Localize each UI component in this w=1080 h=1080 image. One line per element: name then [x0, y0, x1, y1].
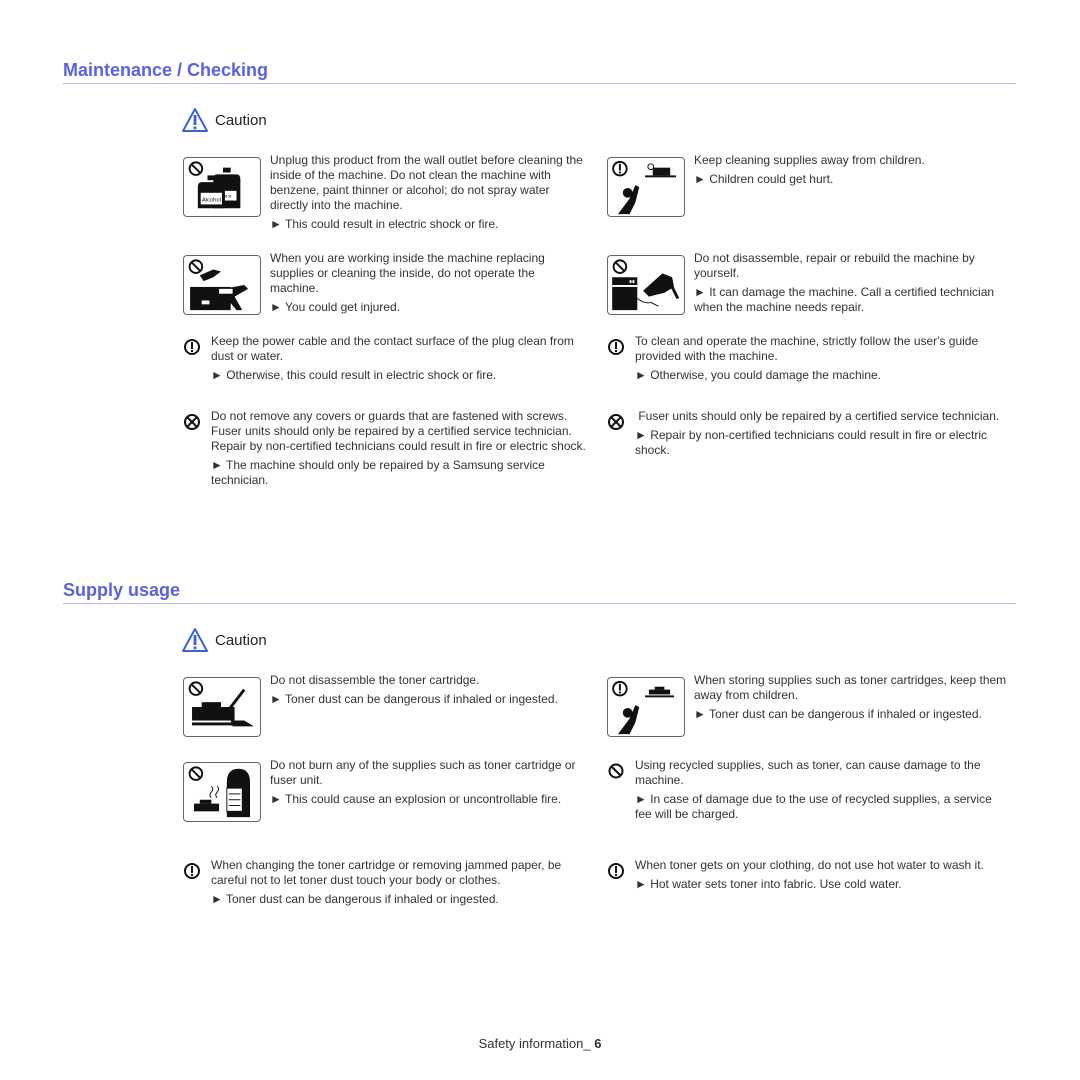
page-footer: Safety information_ 6 — [0, 1036, 1080, 1051]
keep-away-from-children-icon — [607, 157, 685, 217]
caution-label: Caution — [215, 631, 267, 649]
item-text: To clean and operate the machine, strict… — [635, 334, 979, 363]
item-note: ► It can damage the machine. Call a cert… — [694, 285, 995, 314]
supply-item: Using recycled supplies, such as toner, … — [635, 758, 1010, 822]
no-disassemble-icon — [608, 414, 624, 430]
item-note: ► Hot water sets toner into fabric. Use … — [635, 877, 902, 891]
caution-header: Caution — [181, 627, 267, 653]
section-title-maintenance: Maintenance / Checking — [63, 60, 269, 80]
item-text: Do not disassemble, repair or rebuild th… — [694, 251, 975, 280]
section-divider — [63, 83, 1016, 84]
supply-item: Do not disassemble the toner cartridge. … — [270, 673, 585, 707]
caution-label: Caution — [215, 111, 267, 129]
footer-label: Safety information_ — [478, 1036, 591, 1051]
item-text: Do not disassemble the toner cartridge. — [270, 673, 480, 687]
no-disassemble-icon — [184, 414, 200, 430]
mandatory-icon — [184, 863, 200, 879]
warning-triangle-icon — [182, 628, 208, 652]
maintenance-item: To clean and operate the machine, strict… — [635, 334, 1010, 383]
item-text: Fuser units should only be repaired by a… — [635, 409, 1000, 423]
item-text: Keep the power cable and the contact sur… — [211, 334, 574, 363]
item-note: ► Children could get hurt. — [694, 172, 834, 186]
hand-in-machine-icon — [183, 255, 261, 315]
svg-text:Alcohol: Alcohol — [202, 198, 221, 204]
maintenance-item: Unplug this product from the wall outlet… — [270, 153, 585, 232]
mandatory-icon — [608, 863, 624, 879]
item-text: Do not burn any of the supplies such as … — [270, 758, 576, 787]
item-note: ► Toner dust can be dangerous if inhaled… — [694, 707, 982, 721]
keep-toner-from-children-icon — [607, 677, 685, 737]
warning-triangle-icon — [182, 108, 208, 132]
item-text: Unplug this product from the wall outlet… — [270, 153, 583, 212]
item-text: Keep cleaning supplies away from childre… — [694, 153, 925, 167]
supply-item: Do not burn any of the supplies such as … — [270, 758, 585, 807]
item-text: Do not remove any covers or guards that … — [211, 409, 568, 423]
item-text: Using recycled supplies, such as toner, … — [635, 758, 981, 787]
item-note: ► Otherwise, you could damage the machin… — [635, 368, 882, 382]
no-burn-icon — [183, 762, 261, 822]
item-text: When you are working inside the machine … — [270, 251, 545, 295]
item-text: When toner gets on your clothing, do not… — [635, 858, 984, 872]
item-note: ► In case of damage due to the use of re… — [635, 792, 992, 821]
item-note: ► You could get injured. — [270, 300, 400, 314]
mandatory-icon — [608, 339, 624, 355]
maintenance-item: Keep cleaning supplies away from childre… — [694, 153, 1014, 187]
maintenance-item: Do not remove any covers or guards that … — [211, 409, 586, 488]
item-note: ► The machine should only be repaired by… — [211, 458, 545, 487]
mandatory-icon — [184, 339, 200, 355]
no-disassemble-toner-icon — [183, 677, 261, 737]
item-text: When changing the toner cartridge or rem… — [211, 858, 562, 887]
supply-item: When changing the toner cartridge or rem… — [211, 858, 586, 907]
item-text: When storing supplies such as toner cart… — [694, 673, 1007, 702]
item-note: ► Toner dust can be dangerous if inhaled… — [211, 892, 499, 906]
maintenance-item: Keep the power cable and the contact sur… — [211, 334, 586, 383]
item-note: ► Repair by non-certified technicians co… — [635, 428, 988, 457]
no-drill-repair-icon — [607, 255, 685, 315]
item-text-secondary: Fuser units should only be repaired by a… — [211, 424, 586, 453]
prohibited-icon — [608, 763, 624, 779]
svg-text:××: ×× — [224, 194, 232, 201]
item-note: ► This could cause an explosion or uncon… — [270, 792, 562, 806]
item-note: ► Otherwise, this could result in electr… — [211, 368, 497, 382]
supply-item: When storing supplies such as toner cart… — [694, 673, 1014, 722]
caution-header: Caution — [181, 107, 267, 133]
page-number: 6 — [594, 1036, 602, 1051]
maintenance-item: Fuser units should only be repaired by a… — [635, 409, 1010, 458]
section-divider — [63, 603, 1016, 604]
section-title-supply: Supply usage — [63, 580, 181, 600]
supply-item: When toner gets on your clothing, do not… — [635, 858, 1010, 892]
no-alcohol-cleaning-icon: ×× Alcohol — [183, 157, 261, 217]
maintenance-item: Do not disassemble, repair or rebuild th… — [694, 251, 1014, 315]
item-note: ► This could result in electric shock or… — [270, 217, 499, 231]
item-note: ► Toner dust can be dangerous if inhaled… — [270, 692, 558, 706]
maintenance-item: When you are working inside the machine … — [270, 251, 585, 315]
